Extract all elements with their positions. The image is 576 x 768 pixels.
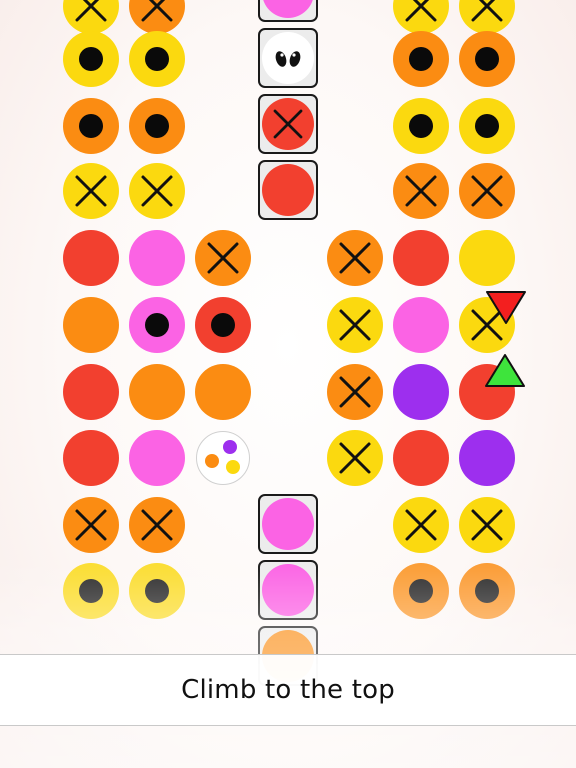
cross-mark-icon	[75, 0, 107, 22]
green-up-triangle-marker	[485, 354, 525, 387]
orange-eye-dot[interactable]	[63, 98, 119, 154]
yellow-eye-dot[interactable]	[459, 98, 515, 154]
orange-cross-dot[interactable]	[327, 230, 383, 286]
pink-tile-dot	[262, 498, 314, 550]
red-tile-dot	[262, 164, 314, 216]
eyes-icon	[262, 32, 314, 84]
cross-mark-icon	[471, 509, 503, 541]
yellow-cross-dot[interactable]	[327, 430, 383, 486]
yellow-cross-dot[interactable]	[459, 497, 515, 553]
orange-cross-dot[interactable]	[129, 0, 185, 34]
orange-dot[interactable]	[63, 297, 119, 353]
eye-pupil-icon	[409, 47, 433, 71]
cross-mark-icon	[75, 509, 107, 541]
yellow-cross-dot[interactable]	[459, 0, 515, 34]
cross-mark-icon	[405, 509, 437, 541]
red-eye-dot[interactable]	[195, 297, 251, 353]
orange-dot[interactable]	[129, 364, 185, 420]
multicolor-piece[interactable]	[196, 431, 250, 485]
yellow-cross-dot[interactable]	[63, 0, 119, 34]
pink-tile[interactable]	[258, 0, 318, 22]
game-board[interactable]: Climb to the top	[0, 0, 576, 768]
eye-pupil-icon	[475, 47, 499, 71]
orange-eye-dot[interactable]	[393, 563, 449, 619]
eye-pupil-icon	[79, 579, 103, 603]
cross-mark-icon	[141, 509, 173, 541]
eye-pupil-icon	[409, 114, 433, 138]
mini-dot	[226, 460, 240, 474]
cross-mark-icon	[339, 309, 371, 341]
yellow-eye-dot[interactable]	[129, 31, 185, 87]
eye-pupil-icon	[145, 579, 169, 603]
yellow-cross-dot[interactable]	[63, 163, 119, 219]
pink-dot[interactable]	[129, 430, 185, 486]
pink-tile-dot	[262, 564, 314, 616]
eye-pupil-icon	[145, 47, 169, 71]
orange-eye-dot[interactable]	[459, 31, 515, 87]
cross-mark-icon	[141, 175, 173, 207]
cross-mark-icon	[339, 242, 371, 274]
pink-dot[interactable]	[129, 230, 185, 286]
hint-banner: Climb to the top	[0, 654, 576, 726]
eyes-tile[interactable]	[258, 28, 318, 88]
cross-mark-icon	[75, 175, 107, 207]
yellow-cross-dot[interactable]	[129, 163, 185, 219]
red-tile-dot	[262, 98, 314, 150]
hint-banner-text: Climb to the top	[181, 675, 395, 705]
eye-pupil-icon	[211, 313, 235, 337]
red-dot[interactable]	[393, 430, 449, 486]
orange-cross-dot[interactable]	[129, 497, 185, 553]
cross-mark-icon	[207, 242, 239, 274]
orange-cross-dot[interactable]	[459, 163, 515, 219]
red-dot[interactable]	[393, 230, 449, 286]
orange-cross-dot[interactable]	[195, 230, 251, 286]
red-dot[interactable]	[63, 430, 119, 486]
cross-mark-icon	[471, 175, 503, 207]
eye-pupil-icon	[145, 114, 169, 138]
orange-eye-dot[interactable]	[129, 98, 185, 154]
orange-eye-dot[interactable]	[393, 31, 449, 87]
red-dot[interactable]	[63, 364, 119, 420]
orange-cross-dot[interactable]	[63, 497, 119, 553]
red-tile[interactable]	[258, 160, 318, 220]
pink-tile[interactable]	[258, 494, 318, 554]
pink-eye-dot[interactable]	[129, 297, 185, 353]
mini-dot	[205, 454, 219, 468]
cross-mark-icon	[405, 0, 437, 22]
eye-pupil-icon	[409, 579, 433, 603]
purple-dot[interactable]	[459, 430, 515, 486]
mini-dot	[223, 440, 237, 454]
cross-mark-icon	[339, 442, 371, 474]
cross-mark-icon	[141, 0, 173, 22]
yellow-cross-dot[interactable]	[393, 0, 449, 34]
yellow-eye-dot[interactable]	[129, 563, 185, 619]
cross-mark-icon	[405, 175, 437, 207]
yellow-dot[interactable]	[459, 230, 515, 286]
yellow-cross-dot[interactable]	[393, 497, 449, 553]
eye-pupil-icon	[79, 47, 103, 71]
eye-pupil-icon	[475, 579, 499, 603]
cross-mark-icon	[273, 109, 303, 139]
yellow-eye-dot[interactable]	[63, 563, 119, 619]
orange-cross-dot[interactable]	[327, 364, 383, 420]
yellow-eye-dot[interactable]	[63, 31, 119, 87]
pink-tile[interactable]	[258, 560, 318, 620]
red-down-triangle-marker	[486, 291, 526, 324]
cross-mark-icon	[471, 0, 503, 22]
cross-mark-icon	[339, 376, 371, 408]
orange-cross-dot[interactable]	[393, 163, 449, 219]
pink-dot[interactable]	[393, 297, 449, 353]
red-dot[interactable]	[63, 230, 119, 286]
eye-pupil-icon	[79, 114, 103, 138]
orange-eye-dot[interactable]	[459, 563, 515, 619]
red-cross-tile[interactable]	[258, 94, 318, 154]
purple-dot[interactable]	[393, 364, 449, 420]
orange-dot[interactable]	[195, 364, 251, 420]
yellow-eye-dot[interactable]	[393, 98, 449, 154]
eye-pupil-icon	[475, 114, 499, 138]
pink-tile-dot	[262, 0, 314, 18]
yellow-cross-dot[interactable]	[327, 297, 383, 353]
eye-pupil-icon	[145, 313, 169, 337]
